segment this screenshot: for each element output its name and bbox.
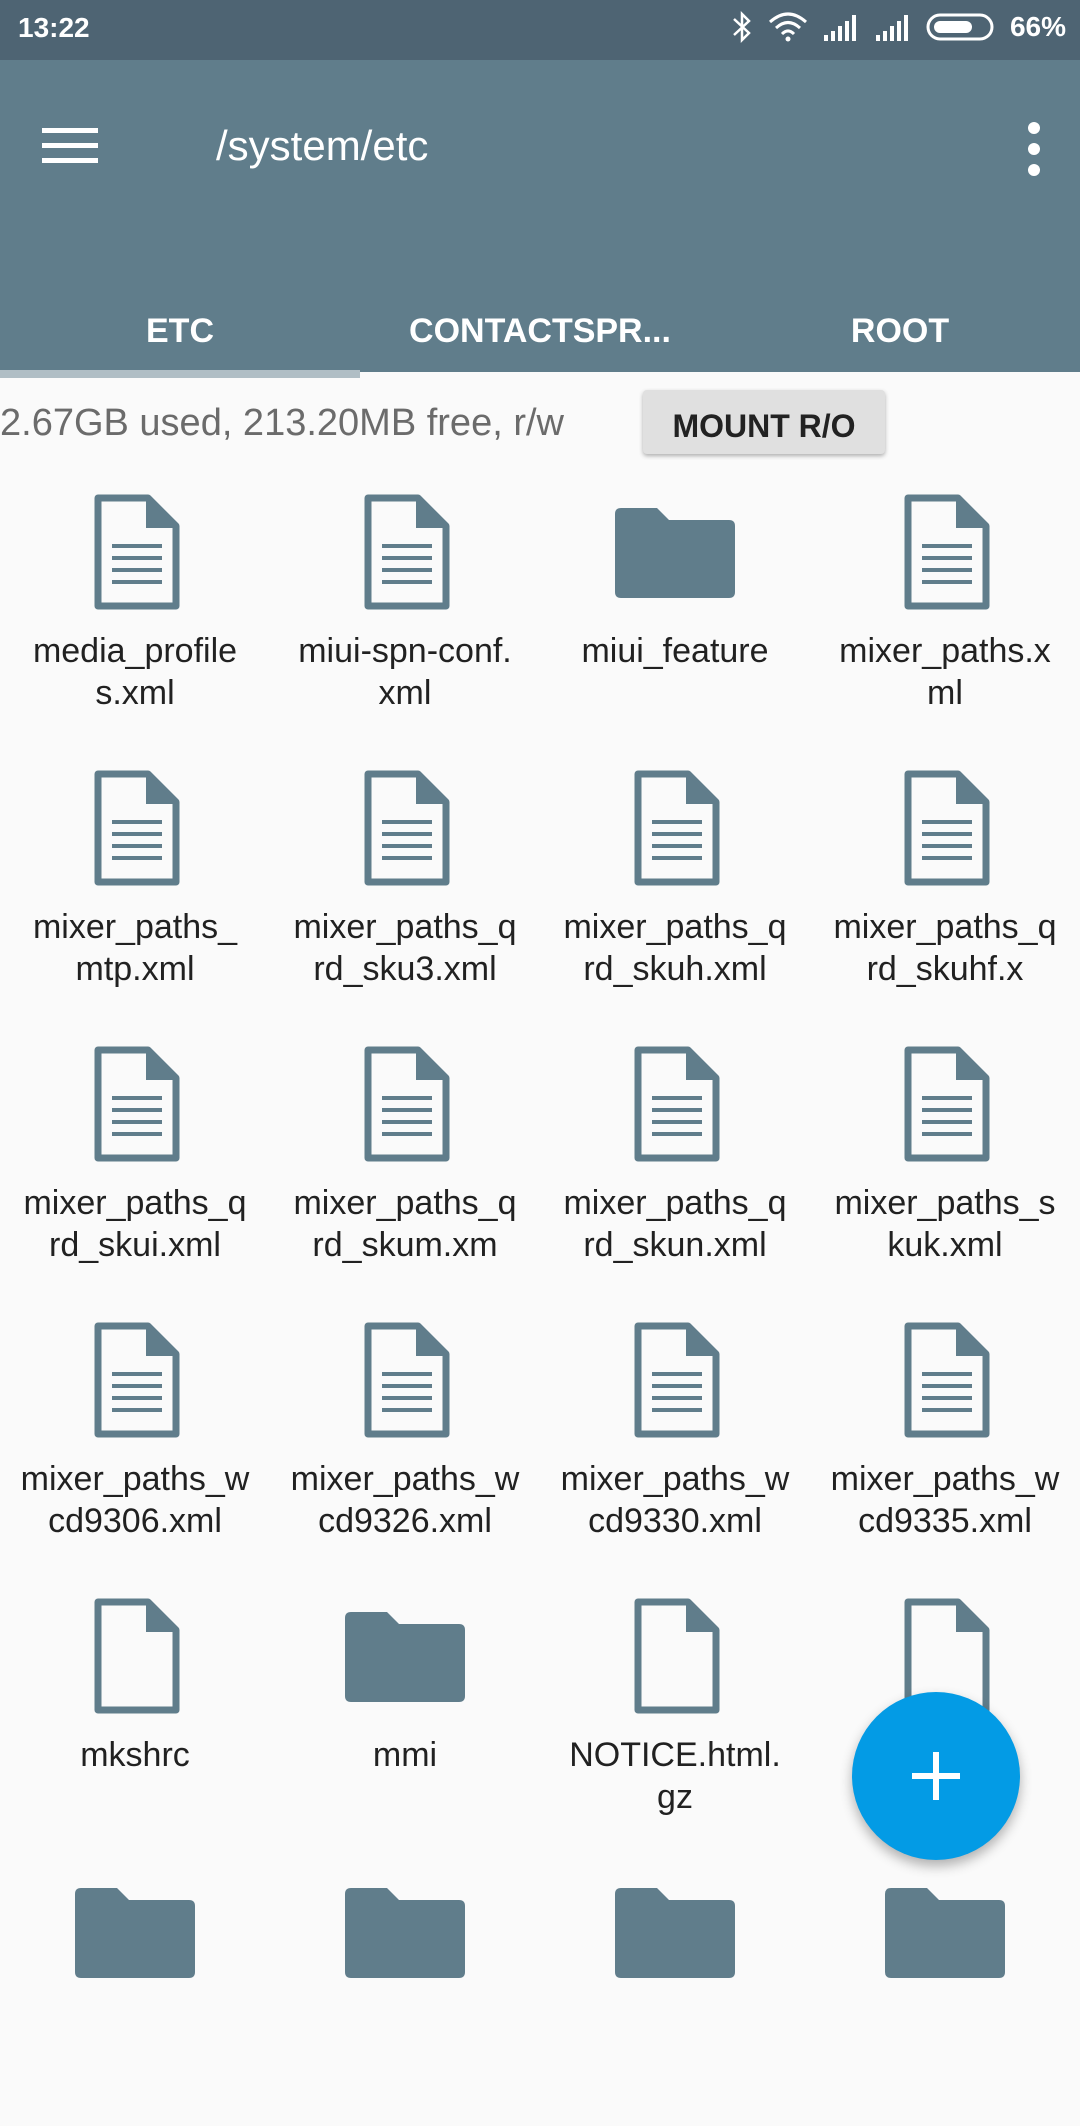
folder-item[interactable]	[810, 1850, 1080, 2126]
file-name: mixer_paths_wcd9306.xml	[20, 1460, 250, 1540]
file-item[interactable]: mixer_paths_mtp.xml	[0, 746, 270, 1022]
folder-icon	[343, 1598, 467, 1721]
file-name: mixer_paths.xml	[839, 632, 1051, 712]
file-icon	[630, 1322, 720, 1445]
folder-icon	[613, 1874, 737, 1997]
file-icon	[90, 1598, 180, 1721]
file-name: media_profiles.xml	[32, 632, 238, 712]
file-item[interactable]: mixer_paths.xml	[810, 470, 1080, 746]
status-time: 13:22	[18, 12, 90, 43]
folder-icon	[613, 494, 737, 617]
folder-item[interactable]	[540, 1850, 810, 2126]
file-name: mixer_paths_qrd_skuh.xml	[563, 908, 787, 988]
tab-bar: ETC CONTACTSPR... ROOT	[0, 296, 1080, 378]
folder-item[interactable]: mmi	[270, 1574, 540, 1850]
file-name: NOTICE.html.gz	[569, 1736, 781, 1816]
file-icon	[90, 770, 180, 893]
file-name: mixer_paths_qrd_skum.xm	[293, 1184, 517, 1264]
file-item[interactable]: mixer_paths_skuk.xml	[810, 1022, 1080, 1298]
tab-contactsprovider[interactable]: CONTACTSPR...	[360, 296, 720, 372]
file-icon	[360, 770, 450, 893]
folder-item[interactable]	[270, 1850, 540, 2126]
file-item[interactable]: mixer_paths_qrd_skuhf.x	[810, 746, 1080, 1022]
wifi-icon	[768, 12, 807, 42]
file-name: mixer_paths_skuk.xml	[834, 1184, 1056, 1264]
file-name: mixer_paths_qrd_skuhf.x	[833, 908, 1057, 988]
file-icon	[630, 1046, 720, 1169]
app-bar: /system/etc ETC CONTACTSPR... ROOT	[0, 60, 1080, 378]
menu-button[interactable]	[40, 114, 130, 194]
file-item[interactable]: mkshrc	[0, 1574, 270, 1850]
bluetooth-icon	[733, 10, 751, 44]
file-icon	[630, 770, 720, 893]
file-name: mixer_paths_qrd_skun.xml	[563, 1184, 787, 1264]
file-name: mmi	[372, 1736, 438, 1774]
tab-etc[interactable]: ETC	[0, 296, 360, 378]
file-item[interactable]: mixer_paths_wcd9335.xml	[810, 1298, 1080, 1574]
folder-icon	[73, 1874, 197, 1997]
file-item[interactable]: mixer_paths_wcd9330.xml	[540, 1298, 810, 1574]
hamburger-icon	[42, 128, 98, 163]
plus-icon	[912, 1752, 960, 1800]
battery-icon	[926, 13, 994, 41]
file-item[interactable]: NOTICE.html.gz	[540, 1574, 810, 1850]
signal-icon-2	[875, 15, 908, 41]
signal-icon-1	[823, 15, 856, 41]
file-item[interactable]: mixer_paths_qrd_sku3.xml	[270, 746, 540, 1022]
current-path: /system/etc	[216, 122, 429, 169]
file-item[interactable]: miui-spn-conf.xml	[270, 470, 540, 746]
mount-button[interactable]: MOUNT R/O	[643, 390, 885, 454]
tab-root[interactable]: ROOT	[720, 296, 1080, 372]
file-icon	[90, 1046, 180, 1169]
file-name: mixer_paths_wcd9335.xml	[830, 1460, 1060, 1540]
file-icon	[900, 1322, 990, 1445]
file-item[interactable]: mixer_paths_wcd9326.xml	[270, 1298, 540, 1574]
folder-item[interactable]: miui_feature	[540, 470, 810, 746]
file-name: mixer_paths_qrd_sku3.xml	[293, 908, 517, 988]
file-icon	[630, 1598, 720, 1721]
file-icon	[360, 494, 450, 617]
status-icons: 66%	[730, 10, 1066, 44]
file-icon	[90, 494, 180, 617]
file-icon	[360, 1322, 450, 1445]
file-icon	[90, 1322, 180, 1445]
file-name: miui-spn-conf.xml	[298, 632, 512, 712]
file-name: mixer_paths_wcd9326.xml	[290, 1460, 520, 1540]
file-item[interactable]: mixer_paths_qrd_skum.xm	[270, 1022, 540, 1298]
storage-info-row: 2.67GB used, 213.20MB free, r/w MOUNT R/…	[0, 372, 1080, 472]
file-item[interactable]: mixer_paths_wcd9306.xml	[0, 1298, 270, 1574]
file-item[interactable]: mixer_paths_qrd_skui.xml	[0, 1022, 270, 1298]
file-icon	[360, 1046, 450, 1169]
file-icon	[900, 1046, 990, 1169]
more-vert-icon	[1028, 122, 1040, 176]
add-fab-button[interactable]	[852, 1692, 1020, 1860]
status-bar: 13:22 66%	[0, 0, 1080, 60]
file-name: mixer_paths_mtp.xml	[32, 908, 238, 988]
folder-icon	[343, 1874, 467, 1997]
folder-item[interactable]	[0, 1850, 270, 2126]
folder-icon	[883, 1874, 1007, 1997]
file-name: mixer_paths_qrd_skui.xml	[23, 1184, 247, 1264]
file-item[interactable]: mixer_paths_qrd_skuh.xml	[540, 746, 810, 1022]
more-options-button[interactable]	[990, 114, 1050, 194]
storage-info: 2.67GB used, 213.20MB free, r/w	[0, 402, 564, 444]
file-icon	[900, 770, 990, 893]
file-icon	[900, 494, 990, 617]
file-item[interactable]: mixer_paths_qrd_skun.xml	[540, 1022, 810, 1298]
file-item[interactable]: media_profiles.xml	[0, 470, 270, 746]
file-name: mixer_paths_wcd9330.xml	[560, 1460, 790, 1540]
file-name: mkshrc	[80, 1736, 190, 1774]
battery-percent: 66%	[1009, 11, 1066, 42]
file-name: miui_feature	[581, 632, 769, 670]
